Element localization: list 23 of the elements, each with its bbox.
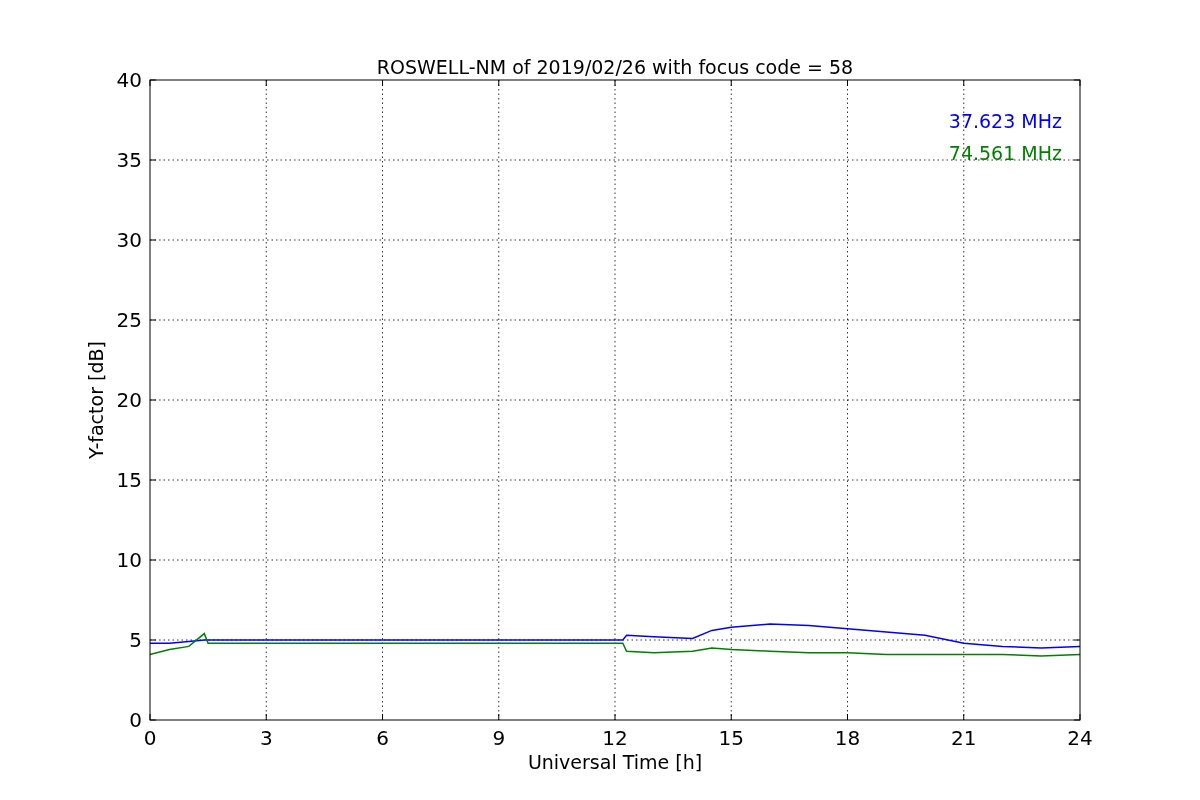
x-tick-label: 3: [259, 726, 273, 750]
y-tick-label: 5: [129, 628, 142, 652]
x-tick-label: 9: [492, 726, 506, 750]
y-tick-label: 25: [116, 308, 142, 332]
x-tick-label: 15: [718, 726, 744, 750]
y-axis-label: Y-factor [dB]: [85, 341, 107, 459]
y-tick-label: 40: [116, 68, 142, 92]
y-tick-label: 20: [116, 388, 142, 412]
y-tick-label: 10: [116, 548, 142, 572]
x-tick-label: 18: [834, 726, 861, 750]
y-tick-label: 30: [116, 228, 142, 252]
chart-title: ROSWELL-NM of 2019/02/26 with focus code = 58: [376, 56, 854, 78]
x-tick-label: 12: [602, 726, 628, 750]
y-tick-label: 0: [129, 708, 142, 732]
x-tick-label: 6: [376, 726, 389, 750]
legend-label: 74.561 MHz: [948, 142, 1062, 164]
y-tick-label: 15: [116, 468, 142, 492]
x-tick-label: 0: [143, 726, 157, 750]
x-axis-label: Universal Time [h]: [527, 751, 703, 773]
x-tick-label: 21: [951, 726, 977, 750]
y-tick-label: 35: [116, 148, 142, 172]
legend-label: 37.623 MHz: [948, 110, 1062, 132]
x-tick-label: 24: [1067, 726, 1093, 750]
